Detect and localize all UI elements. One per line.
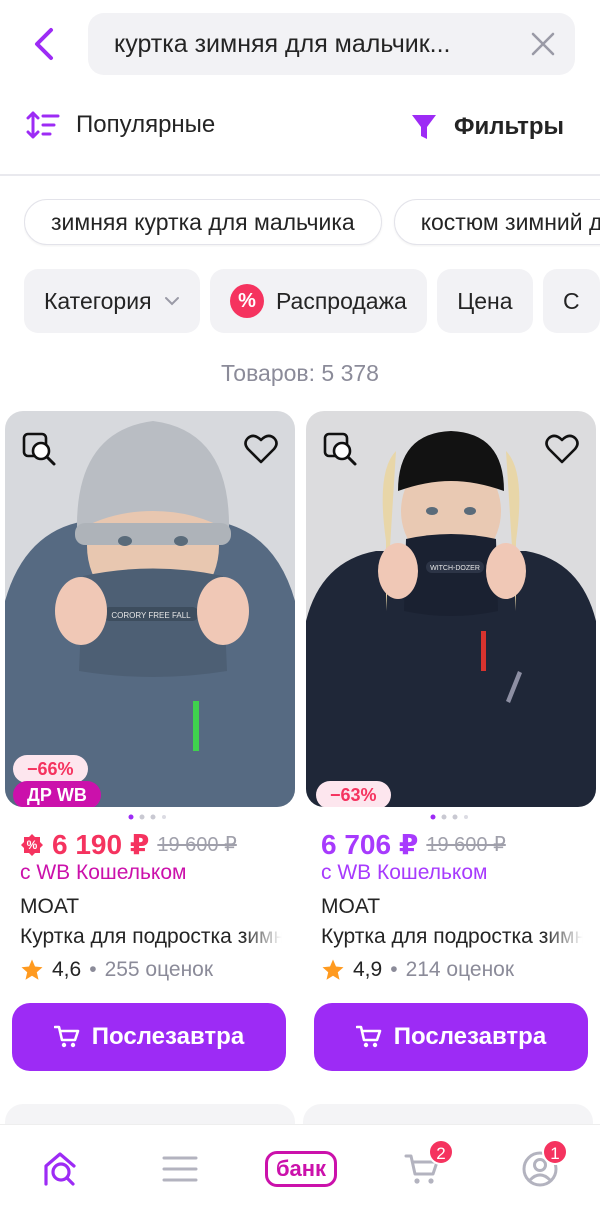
reviews-count: 214 оценок bbox=[405, 958, 515, 981]
product-rating: 4,6 • 255 оценок bbox=[20, 958, 213, 982]
percent-icon: % bbox=[229, 284, 264, 318]
filters-button[interactable]: Фильтры bbox=[410, 112, 564, 142]
nav-profile[interactable]: 1 bbox=[510, 1139, 570, 1195]
nav-bank[interactable]: банк bbox=[258, 1143, 344, 1195]
facet-sale-label: Распродажа bbox=[275, 287, 407, 314]
sort-label: Популярные bbox=[76, 111, 216, 138]
star-icon bbox=[322, 959, 344, 980]
similar-search-icon[interactable] bbox=[322, 431, 358, 467]
add-to-cart-button[interactable]: Послезавтра bbox=[314, 1003, 588, 1071]
promo-badge: ДР WB bbox=[13, 781, 101, 807]
facet-category[interactable]: Категория bbox=[24, 269, 200, 333]
facet-row: Категория % Распродажа Цена С bbox=[24, 269, 600, 333]
product-photo[interactable]: CORORY FREE FALL −66% ДР WB bbox=[5, 411, 295, 807]
current-price: 6 190 ₽ bbox=[52, 829, 150, 860]
product-name[interactable]: Куртка для подростка зимняя bbox=[321, 925, 583, 949]
scarf-print: CORORY FREE FALL bbox=[111, 611, 191, 620]
sort-filter-row: Популярные Фильтры bbox=[0, 98, 600, 162]
clear-icon[interactable] bbox=[529, 30, 557, 58]
svg-text:%: % bbox=[27, 838, 38, 852]
product-card[interactable]: WITCH-DOZER −63% bbox=[306, 411, 596, 807]
price-row: 6 706 ₽ 19 600 ₽ bbox=[321, 828, 506, 861]
bank-logo: банк bbox=[264, 1151, 338, 1187]
product-image: WITCH-DOZER bbox=[306, 411, 596, 807]
rating-value: 4,6 bbox=[52, 958, 82, 981]
chevron-left-icon bbox=[35, 28, 53, 60]
sort-button[interactable]: Популярные bbox=[26, 110, 215, 140]
old-price: 19 600 ₽ bbox=[426, 834, 506, 856]
top-bar: куртка зимняя для мальчик... bbox=[0, 0, 600, 90]
nav-home[interactable] bbox=[30, 1143, 90, 1195]
profile-badge: 1 bbox=[542, 1139, 568, 1165]
product-image: CORORY FREE FALL bbox=[5, 411, 295, 807]
product-brand: MOAT bbox=[20, 895, 80, 918]
product-card[interactable]: CORORY FREE FALL −66% ДР WB bbox=[5, 411, 295, 807]
facet-category-label: Категория bbox=[44, 287, 152, 314]
facet-more[interactable]: С bbox=[543, 269, 600, 333]
discount-badge: −66% bbox=[13, 755, 88, 783]
rating-value: 4,9 bbox=[353, 958, 383, 981]
search-input[interactable]: куртка зимняя для мальчик... bbox=[114, 13, 514, 75]
suggestion-chips: зимняя куртка для мальчика костюм зимний … bbox=[24, 199, 600, 247]
facet-sale[interactable]: % Распродажа bbox=[209, 269, 427, 333]
price-row: % 6 190 ₽ 19 600 ₽ bbox=[20, 828, 237, 861]
menu-icon bbox=[162, 1156, 198, 1182]
results-count: Товаров: 5 378 bbox=[221, 360, 379, 386]
bottom-navigation: банк 2 1 bbox=[0, 1124, 600, 1213]
product-brand: MOAT bbox=[321, 895, 381, 918]
reviews-count: 255 оценок bbox=[104, 958, 214, 981]
nav-catalog[interactable] bbox=[150, 1143, 210, 1195]
product-rating: 4,9 • 214 оценок bbox=[321, 958, 514, 982]
funnel-icon bbox=[411, 115, 436, 139]
heart-icon[interactable] bbox=[544, 431, 580, 467]
buy-label: Послезавтра bbox=[393, 1023, 547, 1050]
wallet-percent-icon: % bbox=[21, 833, 43, 856]
filters-label: Фильтры bbox=[453, 113, 564, 140]
old-price: 19 600 ₽ bbox=[157, 834, 237, 856]
cart-icon bbox=[355, 1025, 382, 1048]
wallet-note: с WB Кошельком bbox=[20, 861, 187, 884]
facet-more-label: С bbox=[563, 287, 580, 314]
scarf-print: WITCH-DOZER bbox=[430, 565, 480, 572]
discount-badge: −63% bbox=[316, 781, 391, 807]
suggestion-chip[interactable]: зимняя куртка для мальчика bbox=[24, 199, 382, 245]
home-search-icon bbox=[44, 1152, 76, 1186]
add-to-cart-button[interactable]: Послезавтра bbox=[12, 1003, 286, 1071]
star-icon bbox=[21, 959, 43, 980]
nav-cart[interactable]: 2 bbox=[392, 1139, 454, 1195]
heart-icon[interactable] bbox=[243, 431, 279, 467]
similar-search-icon[interactable] bbox=[21, 431, 57, 467]
suggestion-chip[interactable]: костюм зимний для мальчика bbox=[393, 199, 600, 245]
back-button[interactable] bbox=[22, 22, 66, 66]
wallet-note: с WB Кошельком bbox=[321, 861, 488, 884]
product-photo[interactable]: WITCH-DOZER −63% bbox=[306, 411, 596, 807]
carousel-dots bbox=[430, 814, 468, 820]
facet-price[interactable]: Цена bbox=[437, 269, 533, 333]
carousel-dots bbox=[128, 814, 166, 820]
product-name[interactable]: Куртка для подростка зимняя bbox=[20, 925, 282, 949]
sort-icon bbox=[26, 111, 60, 139]
cart-badge: 2 bbox=[428, 1139, 454, 1165]
chevron-down-icon bbox=[164, 297, 179, 306]
cart-icon bbox=[53, 1025, 80, 1048]
current-price: 6 706 ₽ bbox=[321, 829, 419, 860]
buy-label: Послезавтра bbox=[91, 1023, 245, 1050]
search-field[interactable]: куртка зимняя для мальчик... bbox=[88, 13, 575, 75]
divider bbox=[0, 174, 600, 176]
facet-price-label: Цена bbox=[457, 287, 513, 314]
